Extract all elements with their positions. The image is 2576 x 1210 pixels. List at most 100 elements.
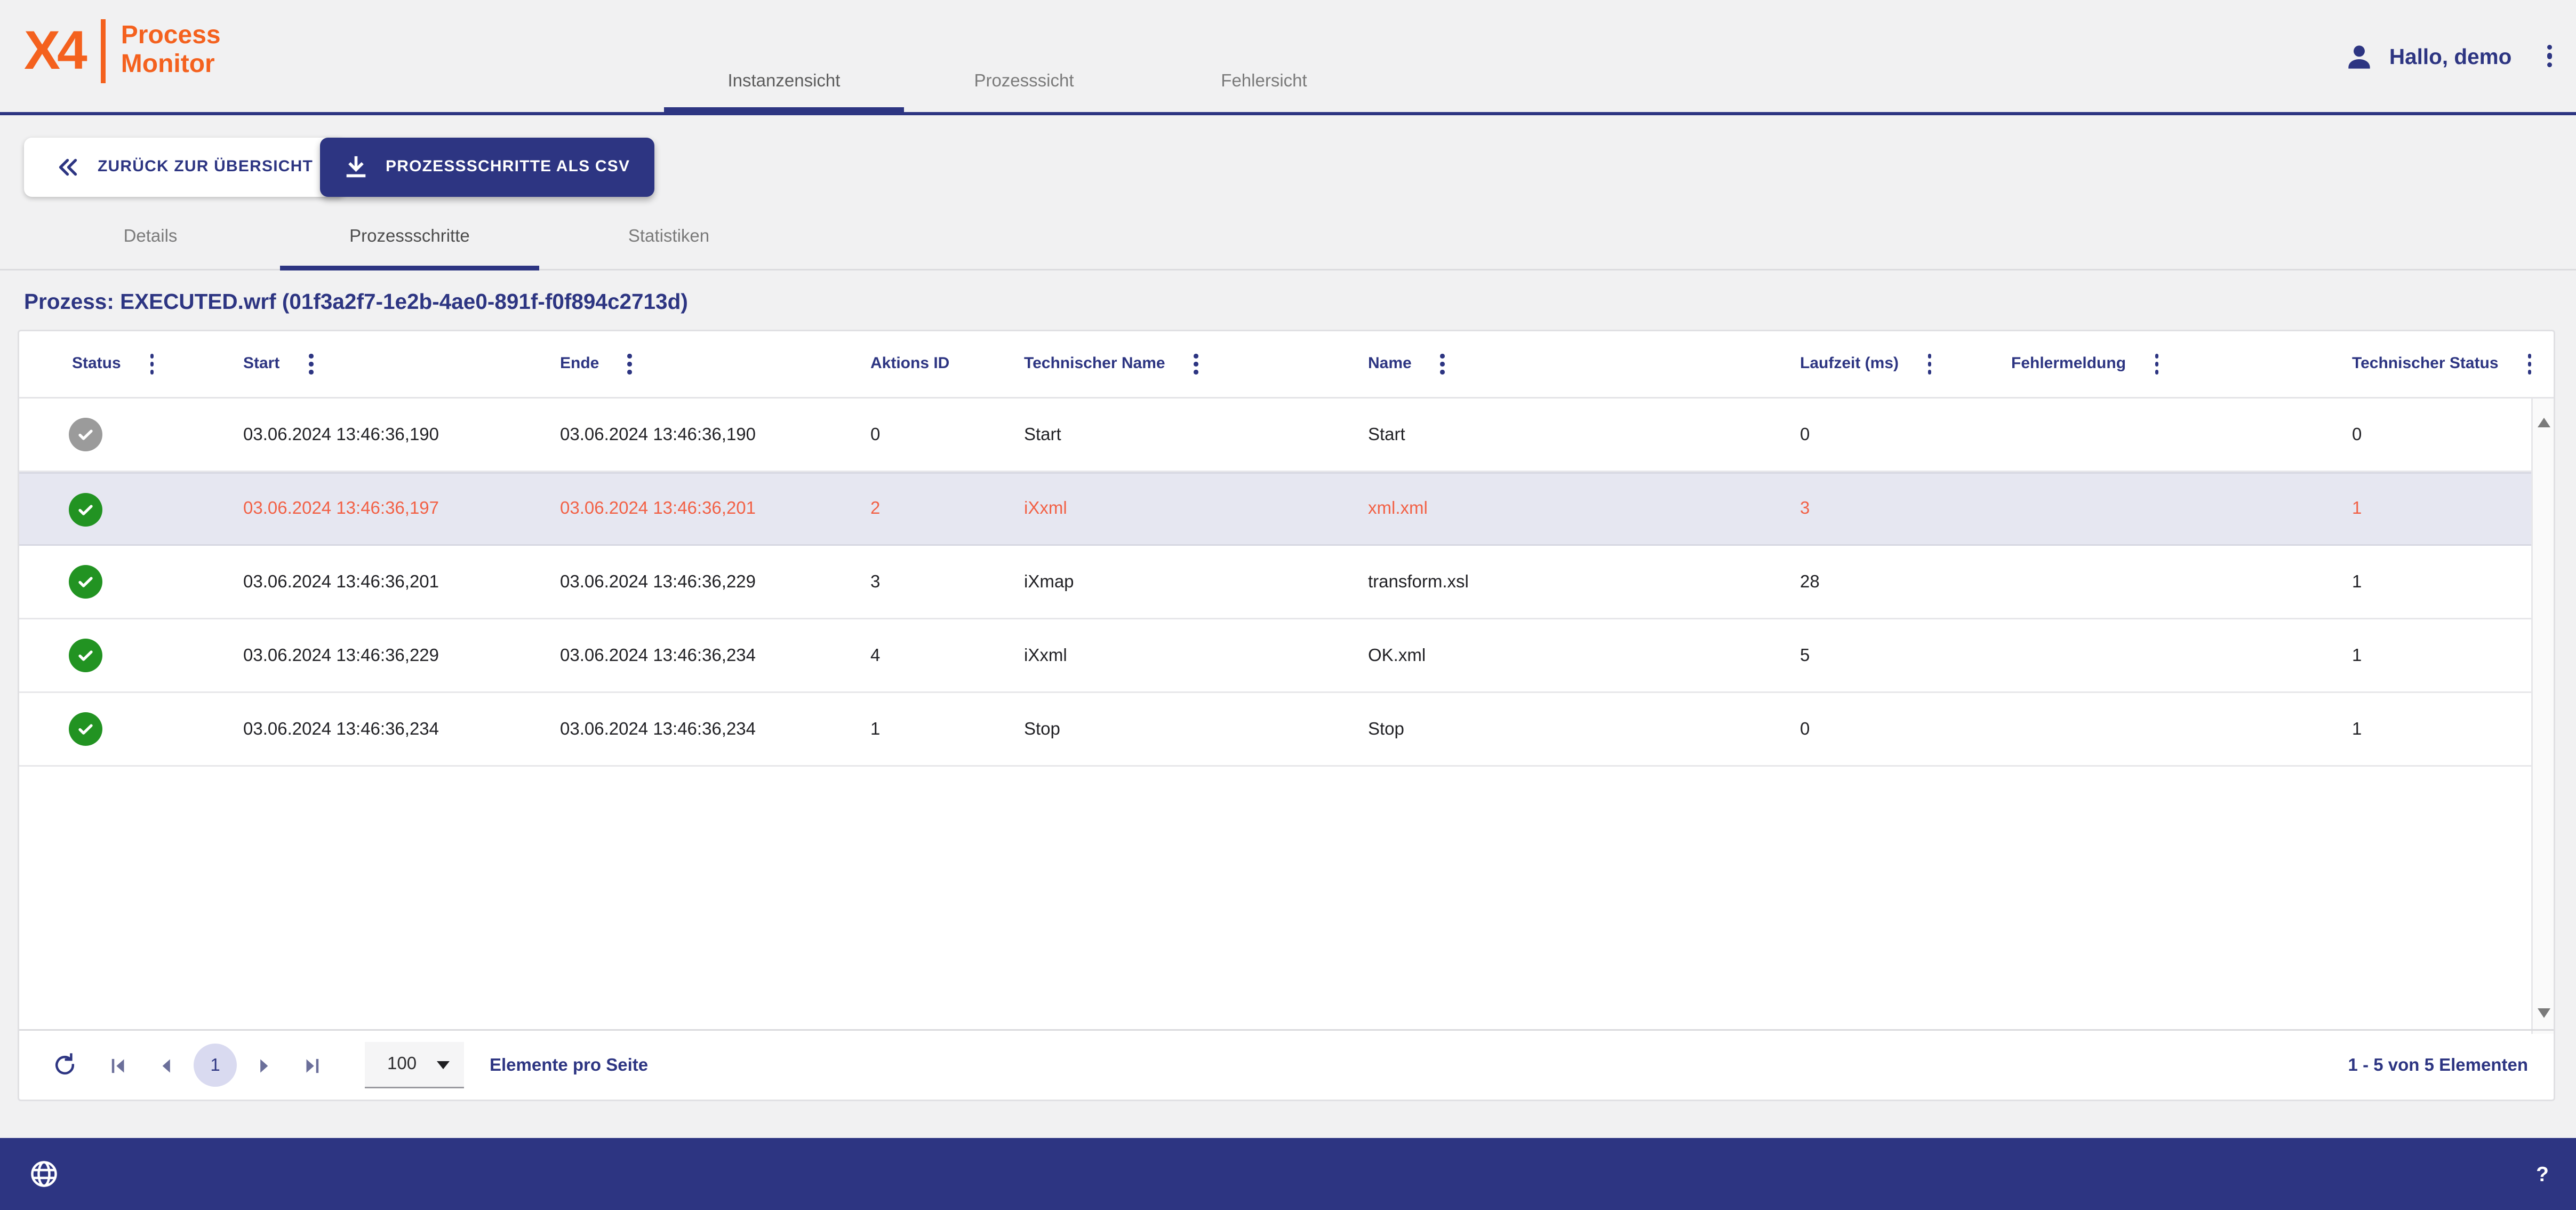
process-steps-table: Status Start Ende Aktions ID Technischer Nam… [18, 330, 2555, 1101]
sub-tab-statistiken[interactable]: Statistiken [539, 205, 798, 269]
cell-ende: 03.06.2024 13:46:36,190 [507, 399, 818, 471]
user-menu-kebab-icon[interactable] [2542, 39, 2557, 73]
main-view-tabs: InstanzensichtProzesssichtFehlersicht [664, 0, 1384, 112]
column-header-aktions-id[interactable]: Aktions ID [818, 348, 971, 380]
column-menu-kebab-icon[interactable] [1923, 348, 1937, 380]
table-row[interactable]: 03.06.2024 13:46:36,20103.06.2024 13:46:… [19, 546, 2531, 619]
table-header-row: Status Start Ende Aktions ID Technischer Nam… [19, 331, 2554, 399]
cell-laufzeit-ms: 28 [1747, 546, 1958, 618]
chevron-down-icon [437, 1061, 450, 1069]
column-label: Status [72, 355, 121, 373]
column-menu-kebab-icon[interactable] [623, 348, 637, 380]
previous-page-icon [155, 1054, 178, 1077]
cell-start: 03.06.2024 13:46:36,190 [190, 399, 507, 471]
column-label: Aktions ID [870, 355, 949, 373]
cell-fehlermeldung [1958, 693, 2299, 765]
help-button[interactable]: ? [2536, 1162, 2549, 1186]
cell-ende: 03.06.2024 13:46:36,234 [507, 619, 818, 691]
column-label: Laufzeit (ms) [1800, 355, 1899, 373]
cell-aktions-id: 2 [818, 474, 971, 544]
cell-laufzeit-ms: 5 [1747, 619, 1958, 691]
column-header-technischer-name[interactable]: Technischer Name [971, 348, 1315, 380]
cell-ende: 03.06.2024 13:46:36,234 [507, 693, 818, 765]
column-label: Ende [560, 355, 599, 373]
main-tab-instanzensicht[interactable]: Instanzensicht [664, 0, 904, 112]
column-header-status[interactable]: Status [19, 348, 190, 380]
column-label: Technischer Status [2352, 355, 2499, 373]
table-row[interactable]: 03.06.2024 13:46:36,23403.06.2024 13:46:… [19, 693, 2531, 767]
scroll-down-icon[interactable] [2538, 1008, 2550, 1018]
page-size-value: 100 [387, 1055, 417, 1074]
next-page-button[interactable] [246, 1048, 282, 1083]
column-menu-kebab-icon[interactable] [2150, 348, 2164, 380]
column-label: Technischer Name [1024, 355, 1165, 373]
sub-tab-details[interactable]: Details [21, 205, 280, 269]
footer-bar: ? [0, 1138, 2576, 1210]
column-header-technischer-status[interactable]: Technischer Status [2299, 348, 2531, 380]
cell-fehlermeldung [1958, 619, 2299, 691]
cell-technischer-status: 0 [2299, 399, 2531, 471]
last-page-button[interactable] [294, 1048, 330, 1083]
table-row[interactable]: 03.06.2024 13:46:36,19003.06.2024 13:46:… [19, 399, 2531, 472]
user-greeting: Hallo, demo [2389, 44, 2512, 68]
refresh-icon [51, 1052, 78, 1079]
first-page-icon [107, 1054, 130, 1077]
double-chevron-left-icon [56, 155, 80, 179]
cell-name: transform.xsl [1315, 546, 1747, 618]
cell-technischer-name: iXxml [971, 619, 1315, 691]
current-page-indicator[interactable]: 1 [194, 1044, 237, 1087]
main-tab-prozesssicht[interactable]: Prozesssicht [904, 0, 1144, 112]
pagination-range-label: 1 - 5 von 5 Elementen [2348, 1056, 2528, 1075]
scroll-up-icon[interactable] [2538, 418, 2550, 427]
cell-status [19, 619, 190, 691]
cell-technischer-status: 1 [2299, 474, 2531, 544]
column-menu-kebab-icon[interactable] [1436, 348, 1450, 380]
sub-tab-prozessschritte[interactable]: Prozessschritte [280, 205, 539, 269]
cell-technischer-name: iXmap [971, 546, 1315, 618]
first-page-button[interactable] [101, 1048, 136, 1083]
column-label: Start [243, 355, 279, 373]
cell-status [19, 693, 190, 765]
process-monitor-app: X4 Process Monitor InstanzensichtProzess… [0, 0, 2576, 1210]
status-neutral-check-icon [69, 418, 102, 451]
back-to-overview-button[interactable]: ZURÜCK ZUR ÜBERSICHT [24, 138, 345, 197]
column-menu-kebab-icon[interactable] [145, 348, 159, 380]
column-header-laufzeit-ms-[interactable]: Laufzeit (ms) [1747, 348, 1958, 380]
column-menu-kebab-icon[interactable] [303, 348, 317, 380]
column-header-start[interactable]: Start [190, 348, 507, 380]
status-success-check-icon [69, 712, 102, 746]
top-bar: X4 Process Monitor InstanzensichtProzess… [0, 0, 2576, 115]
export-csv-button[interactable]: PROZESSSCHRITTE ALS CSV [320, 138, 654, 197]
column-header-name[interactable]: Name [1315, 348, 1747, 380]
page-size-select[interactable]: 100 [365, 1042, 464, 1088]
cell-aktions-id: 4 [818, 619, 971, 691]
column-menu-kebab-icon[interactable] [2523, 348, 2531, 380]
column-label: Fehlermeldung [2011, 355, 2126, 373]
cell-name: Start [1315, 399, 1747, 471]
column-header-fehlermeldung[interactable]: Fehlermeldung [1958, 348, 2299, 380]
cell-aktions-id: 0 [818, 399, 971, 471]
column-menu-kebab-icon[interactable] [1189, 348, 1203, 380]
status-success-check-icon [69, 639, 102, 672]
next-page-icon [253, 1054, 275, 1077]
cell-laufzeit-ms: 0 [1747, 399, 1958, 471]
cell-start: 03.06.2024 13:46:36,201 [190, 546, 507, 618]
refresh-button[interactable] [45, 1045, 85, 1085]
previous-page-button[interactable] [149, 1048, 184, 1083]
cell-aktions-id: 1 [818, 693, 971, 765]
cell-name: Stop [1315, 693, 1747, 765]
cell-name: xml.xml [1315, 474, 1747, 544]
column-header-ende[interactable]: Ende [507, 348, 818, 380]
cell-ende: 03.06.2024 13:46:36,229 [507, 546, 818, 618]
globe-icon[interactable] [27, 1157, 61, 1191]
cell-status [19, 399, 190, 471]
table-row[interactable]: 03.06.2024 13:46:36,22903.06.2024 13:46:… [19, 619, 2531, 693]
table-row[interactable]: 03.06.2024 13:46:36,19703.06.2024 13:46:… [19, 472, 2531, 546]
main-tab-fehlersicht[interactable]: Fehlersicht [1144, 0, 1384, 112]
page-size-label: Elemente pro Seite [490, 1056, 648, 1075]
vertical-scrollbar[interactable] [2531, 399, 2554, 1034]
process-title: Prozess: EXECUTED.wrf (01f3a2f7-1e2b-4ae… [24, 290, 688, 314]
cell-aktions-id: 3 [818, 546, 971, 618]
cell-fehlermeldung [1958, 399, 2299, 471]
cell-start: 03.06.2024 13:46:36,234 [190, 693, 507, 765]
